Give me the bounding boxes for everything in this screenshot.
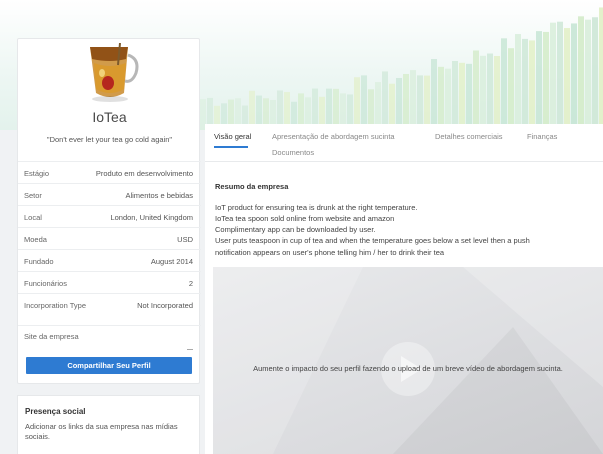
info-row-website: Site da empresa <box>18 325 201 357</box>
info-value: August 2014 <box>150 257 193 266</box>
info-label: Setor <box>24 191 42 200</box>
tab-pitch[interactable]: Apresentação de abordagem sucinta <box>272 132 395 141</box>
share-profile-button[interactable]: Compartilhar Seu Perfil <box>26 357 192 374</box>
info-value: USD <box>177 235 193 244</box>
profile-tabs: Visão geral Apresentação de abordagem su… <box>205 124 603 162</box>
info-row-currency: Moeda USD <box>18 227 201 249</box>
tab-overview[interactable]: Visão geral <box>214 132 251 141</box>
info-value: London, United Kingdom <box>110 213 193 222</box>
profile-card: IoTea "Don't ever let your tea go cold a… <box>17 38 201 384</box>
tab-documents[interactable]: Documentos <box>272 148 314 157</box>
info-label: Local <box>24 213 42 222</box>
upload-video-prompt: Aumente o impacto do seu perfil fazendo … <box>253 364 563 373</box>
info-row-sector: Setor Alimentos e bebidas <box>18 183 201 205</box>
company-name: IoTea <box>92 109 127 125</box>
info-label: Funcionários <box>24 279 67 288</box>
pitch-video-placeholder[interactable]: Aumente o impacto do seu perfil fazendo … <box>213 267 603 454</box>
summary-line: notification appears on user's phone tel… <box>215 248 445 257</box>
website-empty-value <box>187 349 193 350</box>
info-value: Not Incorporated <box>137 301 193 310</box>
tabs-divider <box>205 161 603 162</box>
social-presence-link[interactable]: Adicionar os links da sua empresa nas mí… <box>25 422 185 442</box>
company-tagline: "Don't ever let your tea go cold again" <box>46 135 173 144</box>
social-presence-card: Presença social Adicionar os links da su… <box>17 395 200 454</box>
company-profile-page: IoTea "Don't ever let your tea go cold a… <box>0 0 603 454</box>
info-label: Incorporation Type <box>24 301 86 310</box>
info-value: 2 <box>188 279 193 288</box>
summary-line: User puts teaspoon in cup of tea and whe… <box>215 236 530 245</box>
summary-line: IoT product for ensuring tea is drunk at… <box>215 203 418 212</box>
social-presence-title: Presença social <box>25 407 86 416</box>
main-panel: Visão geral Apresentação de abordagem su… <box>205 124 603 454</box>
info-row-founded: Fundado August 2014 <box>18 249 201 271</box>
info-row-location: Local London, United Kingdom <box>18 205 201 227</box>
info-row-incorporation: Incorporation Type Not Incorporated <box>18 293 201 315</box>
summary-title: Resumo da empresa <box>215 182 289 191</box>
info-value: Alimentos e bebidas <box>125 191 193 200</box>
tab-finances[interactable]: Finanças <box>527 132 557 141</box>
info-value: Produto em desenvolvimento <box>95 169 193 178</box>
active-tab-indicator <box>214 146 248 148</box>
info-label: Moeda <box>24 235 47 244</box>
summary-line: Complimentary app can be downloaded by u… <box>215 225 376 234</box>
info-row-employees: Funcionários 2 <box>18 271 201 293</box>
summary-line: IoTea tea spoon sold online from website… <box>215 214 395 223</box>
info-label: Estágio <box>24 169 50 178</box>
info-label: Fundado <box>24 257 54 266</box>
info-row-stage: Estágio Produto em desenvolvimento <box>18 161 201 183</box>
info-label: Site da empresa <box>24 332 79 341</box>
tea-cup-logo-icon <box>78 42 142 105</box>
tab-business-details[interactable]: Detalhes comerciais <box>435 132 503 141</box>
